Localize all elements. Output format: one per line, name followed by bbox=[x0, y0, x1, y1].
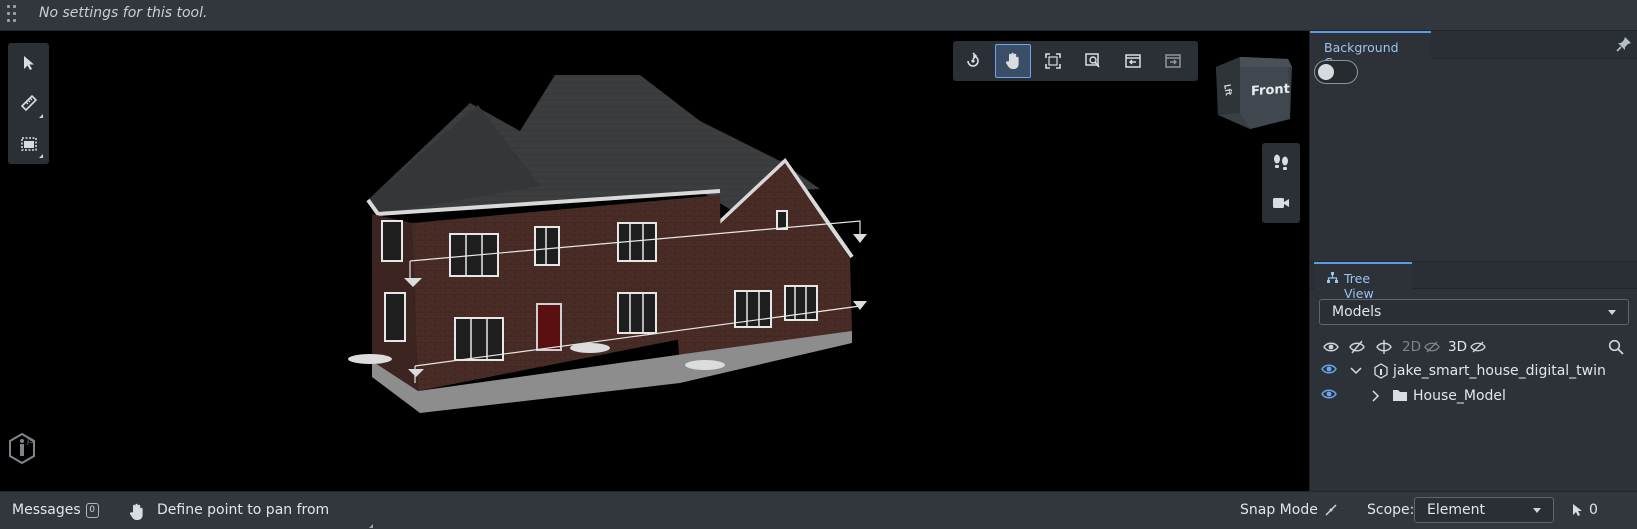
tool-settings-bar: No settings for this tool. bbox=[0, 0, 1637, 31]
pan-hand-icon[interactable] bbox=[995, 44, 1031, 78]
tree-node-root[interactable]: jake_smart_house_digital_twin bbox=[1310, 360, 1637, 384]
background-widget-tabbar: Background C... bbox=[1310, 31, 1637, 70]
snap-mode-button[interactable]: Snap Mode bbox=[1240, 502, 1338, 518]
drag-grip-icon[interactable] bbox=[6, 4, 18, 26]
scope-value: Element bbox=[1427, 502, 1485, 518]
tool-prompt: Define point to pan from bbox=[157, 502, 330, 518]
models-selector-value: Models bbox=[1332, 304, 1382, 320]
walk-footprints-icon[interactable] bbox=[1271, 152, 1291, 172]
chevron-down-icon[interactable] bbox=[1350, 366, 1362, 376]
svg-text:js: js bbox=[26, 436, 33, 445]
view-tools-panel bbox=[8, 43, 49, 164]
chevron-down-icon bbox=[1533, 508, 1541, 513]
snap-icon bbox=[1325, 504, 1337, 516]
messages-label: Messages bbox=[12, 502, 81, 518]
navigation-toolbar bbox=[953, 41, 1198, 81]
resize-corner-icon bbox=[369, 524, 373, 528]
pin-icon[interactable] bbox=[1616, 36, 1632, 52]
right-panel: Background C... Tree View Models 2D bbox=[1309, 31, 1637, 491]
scope-label: Scope: bbox=[1367, 502, 1415, 518]
camera-mode-panel bbox=[1262, 143, 1300, 223]
chevron-down-icon bbox=[1608, 310, 1616, 315]
invert-visibility-icon[interactable] bbox=[1376, 338, 1392, 356]
tree-view-tabbar: Tree View bbox=[1310, 261, 1637, 301]
fit-view-icon[interactable] bbox=[1035, 44, 1071, 78]
cursor-icon bbox=[1573, 504, 1582, 516]
window-area-icon[interactable] bbox=[1075, 44, 1111, 78]
selection-count-value: 0 bbox=[1589, 502, 1598, 518]
toggle-3d-label: 3D bbox=[1448, 339, 1467, 355]
status-bar: Messages 0 Define point to pan from Snap… bbox=[0, 491, 1637, 529]
tree-node-label: jake_smart_house_digital_twin bbox=[1393, 363, 1606, 379]
visible-eye-icon[interactable] bbox=[1321, 388, 1337, 400]
eye-off-icon bbox=[1470, 341, 1486, 353]
messages-count-badge: 0 bbox=[85, 502, 99, 518]
visible-eye-icon[interactable] bbox=[1321, 363, 1337, 375]
toggle-3d-visibility[interactable]: 3D bbox=[1448, 338, 1486, 356]
visibility-toolbar: 2D 3D bbox=[1310, 334, 1637, 360]
pan-hand-icon bbox=[128, 502, 146, 522]
rotate-icon[interactable] bbox=[955, 44, 991, 78]
toggle-2d-label: 2D bbox=[1402, 339, 1421, 355]
view-cube-left-face[interactable]: Lft bbox=[1221, 84, 1233, 97]
models-selector[interactable]: Models bbox=[1319, 299, 1629, 325]
hide-all-eye-icon[interactable] bbox=[1349, 338, 1365, 356]
select-arrow-icon[interactable] bbox=[12, 45, 45, 81]
snap-mode-label: Snap Mode bbox=[1240, 502, 1318, 518]
eye-off-icon bbox=[1424, 341, 1440, 353]
imodel-icon bbox=[1373, 363, 1389, 379]
scope-selector[interactable]: Element bbox=[1414, 497, 1554, 523]
background-color-toggle[interactable] bbox=[1314, 60, 1358, 84]
selection-count[interactable]: 0 bbox=[1571, 502, 1598, 518]
folder-icon bbox=[1392, 388, 1408, 402]
section-box-icon[interactable] bbox=[12, 125, 45, 161]
view-cube-front-face[interactable]: Front bbox=[1251, 82, 1290, 100]
toggle-knob bbox=[1318, 64, 1334, 80]
tree-view-tab-label: Tree View bbox=[1344, 271, 1374, 301]
itwinjs-logo: js bbox=[7, 431, 39, 467]
view-undo-icon[interactable] bbox=[1115, 44, 1151, 78]
view-redo-icon[interactable] bbox=[1155, 44, 1191, 78]
tab-tree-view[interactable]: Tree View bbox=[1314, 262, 1412, 301]
camera-icon[interactable] bbox=[1271, 193, 1291, 213]
chevron-right-icon[interactable] bbox=[1371, 390, 1381, 402]
show-all-eye-icon[interactable] bbox=[1323, 338, 1339, 356]
tree-node-house-model[interactable]: House_Model bbox=[1310, 385, 1637, 409]
toggle-2d-visibility[interactable]: 2D bbox=[1402, 338, 1440, 356]
tree-view-tab-icon bbox=[1326, 271, 1339, 287]
messages-button[interactable]: Messages 0 bbox=[12, 502, 99, 518]
house-model-render[interactable] bbox=[0, 31, 1309, 491]
3d-viewport[interactable]: Front Lft js bbox=[0, 31, 1309, 491]
search-icon[interactable] bbox=[1608, 338, 1624, 356]
tree-node-label: House_Model bbox=[1413, 388, 1506, 404]
view-cube[interactable]: Front Lft bbox=[1210, 53, 1295, 133]
tab-background-color[interactable]: Background C... bbox=[1310, 31, 1431, 70]
tool-settings-message: No settings for this tool. bbox=[39, 5, 208, 21]
measure-ruler-icon[interactable] bbox=[12, 85, 45, 121]
